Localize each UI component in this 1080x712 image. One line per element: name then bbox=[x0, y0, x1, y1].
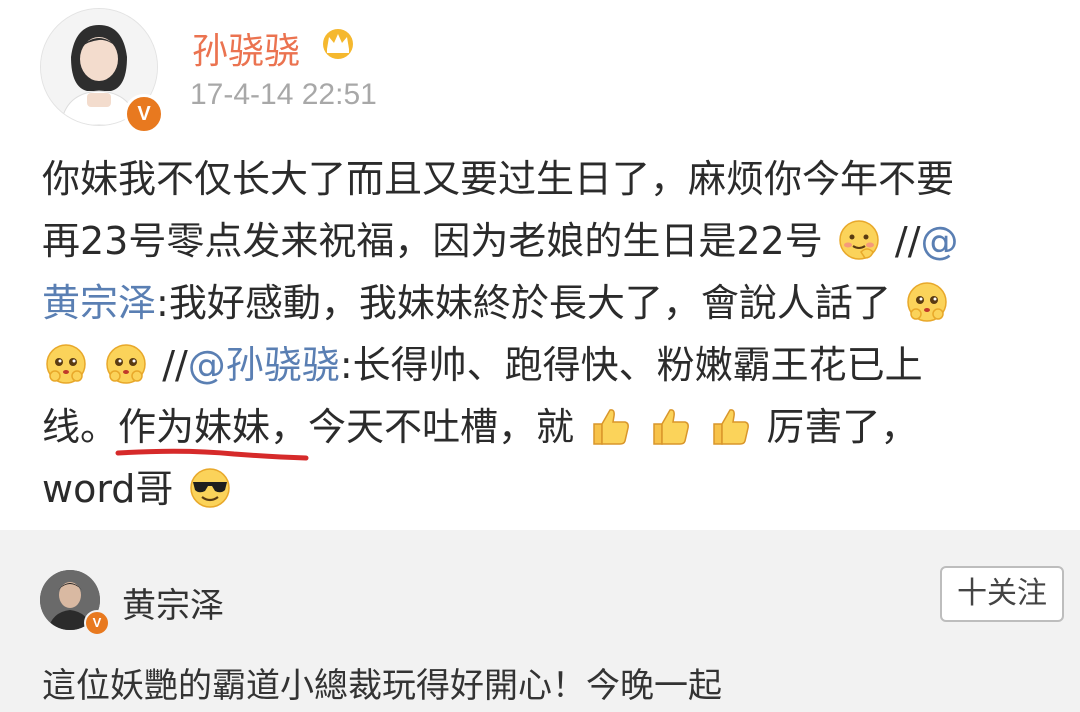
body-line-3: 黄宗泽:我好感動，我妹妹終於長大了，會說人話了 bbox=[42, 272, 1052, 334]
body-line-4: //@孙骁骁:长得帅、跑得快、粉嫩霸王花已上 bbox=[42, 334, 1052, 396]
mention-link[interactable]: @ bbox=[921, 219, 959, 263]
body-text-segment: // bbox=[162, 343, 188, 387]
body-text-segment: 再23号零点发来祝福，因为老娘的生日是22号 bbox=[42, 219, 823, 263]
post-body: 你妹我不仅长大了而且又要过生日了，麻烦你今年不要 再23号零点发来祝福，因为老娘… bbox=[42, 148, 1052, 520]
thumbs-up-icon bbox=[713, 409, 750, 445]
red-underline-mark bbox=[115, 448, 309, 461]
comment-text: 這位妖艷的霸道小總裁玩得好開心！今晚一起 bbox=[42, 666, 722, 706]
body-line-6: word哥 bbox=[42, 458, 1052, 520]
body-text-segment: 你妹我不仅长大了而且又要过生日了，麻烦你今年不要 bbox=[42, 157, 955, 201]
body-line-1: 你妹我不仅长大了而且又要过生日了，麻烦你今年不要 bbox=[42, 148, 1052, 210]
shy-smile-emoji-icon bbox=[839, 220, 879, 260]
thumbs-up-icon bbox=[593, 409, 630, 445]
body-text-segment: word哥 bbox=[42, 467, 174, 511]
body-text-segment: 线。 bbox=[42, 405, 119, 449]
follow-button[interactable]: 十关注 bbox=[940, 566, 1064, 622]
commenter-name[interactable]: 黄宗泽 bbox=[122, 578, 224, 627]
thumbs-up-icon bbox=[653, 409, 690, 445]
pleading-emoji-icon bbox=[46, 344, 86, 384]
post-header: V 孙骁骁 17-4-14 22:51 bbox=[0, 0, 1080, 140]
crown-icon bbox=[323, 29, 353, 59]
body-text-segment: ，今天不吐槽，就 bbox=[270, 405, 575, 449]
weibo-post-screenshot: V 孙骁骁 17-4-14 22:51 你妹我不仅长大了而且又要过生日了，麻烦你… bbox=[0, 0, 1080, 712]
pleading-emoji-icon bbox=[907, 282, 947, 322]
underlined-text-segment: 作为妹妹 bbox=[118, 405, 271, 449]
body-text-segment: 厉害了， bbox=[766, 405, 919, 449]
post-timestamp: 17-4-14 22:51 bbox=[190, 78, 377, 111]
body-text-segment: // bbox=[894, 219, 921, 263]
mention-link[interactable]: 黄宗泽 bbox=[42, 281, 156, 325]
body-line-2: 再23号零点发来祝福，因为老娘的生日是22号 //@ bbox=[42, 210, 1052, 272]
verified-badge-icon: V bbox=[84, 610, 110, 636]
author-name[interactable]: 孙骁骁 bbox=[192, 22, 300, 74]
body-text-segment: :长得帅、跑得快、粉嫩霸王花已上 bbox=[339, 343, 923, 387]
text-fade-overlay bbox=[810, 648, 1080, 712]
verified-badge-icon: V bbox=[124, 94, 164, 134]
pleading-emoji-icon bbox=[106, 344, 146, 384]
body-text-segment: :我好感動，我妹妹終於長大了，會說人話了 bbox=[156, 281, 891, 325]
mention-link[interactable]: @孙骁骁 bbox=[188, 343, 340, 387]
sunglasses-emoji-icon bbox=[189, 468, 230, 508]
author-avatar-wrap[interactable]: V bbox=[40, 8, 164, 134]
comment-section: V 黄宗泽 十关注 這位妖艷的霸道小總裁玩得好開心！今晚一起 bbox=[0, 530, 1080, 712]
